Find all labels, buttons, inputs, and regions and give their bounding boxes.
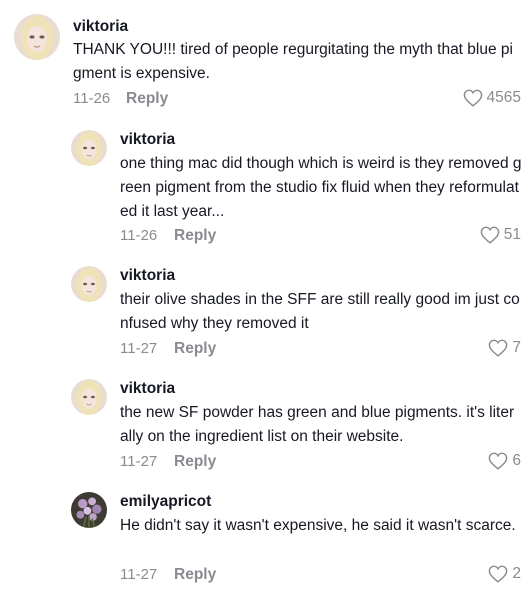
like-count: 2 <box>512 565 521 582</box>
reply-item: emilyapricot He didn't say it wasn't exp… <box>0 481 529 597</box>
comment-username[interactable]: viktoria <box>120 380 175 398</box>
avatar[interactable] <box>71 266 107 302</box>
comment-username[interactable]: viktoria <box>120 267 175 285</box>
reply-item: viktoria one thing mac did though which … <box>0 115 529 255</box>
like-button[interactable]: 2 <box>488 565 521 583</box>
like-count: 6 <box>512 452 521 469</box>
reply-item: viktoria their olive shades in the SFF a… <box>0 255 529 368</box>
comment-date: 11-27 <box>120 566 158 583</box>
heart-icon <box>480 226 500 244</box>
comment-username[interactable]: emilyapricot <box>120 493 211 511</box>
reply-button[interactable]: Reply <box>174 566 216 584</box>
comment-username[interactable]: viktoria <box>73 18 128 36</box>
like-count: 7 <box>512 339 521 356</box>
comment-text: the new SF powder has green and blue pig… <box>120 404 515 445</box>
comment-text: one thing mac did though which is weird … <box>120 155 522 220</box>
heart-icon <box>488 339 508 357</box>
like-button[interactable]: 51 <box>480 226 521 244</box>
heart-icon <box>488 565 508 583</box>
comment-username[interactable]: viktoria <box>120 131 175 149</box>
avatar[interactable] <box>71 130 107 166</box>
avatar[interactable] <box>71 492 107 528</box>
reply-button[interactable]: Reply <box>174 453 216 471</box>
comment-date: 11-27 <box>120 340 158 357</box>
avatar[interactable] <box>14 14 60 60</box>
reply-button[interactable]: Reply <box>126 90 168 108</box>
reply-button[interactable]: Reply <box>174 227 216 245</box>
comment-text: He didn't say it wasn't expensive, he sa… <box>120 517 516 534</box>
avatar[interactable] <box>71 379 107 415</box>
like-button[interactable]: 7 <box>488 339 521 357</box>
like-count: 51 <box>503 226 521 243</box>
comment-date: 11-26 <box>120 227 158 244</box>
comment-date: 11-27 <box>120 453 158 470</box>
like-button[interactable]: 4565 <box>463 89 521 107</box>
comment-date: 11-26 <box>73 90 111 107</box>
heart-icon <box>488 452 508 470</box>
heart-icon <box>463 89 483 107</box>
comment-text: their olive shades in the SFF are still … <box>120 291 520 332</box>
like-button[interactable]: 6 <box>488 452 521 470</box>
like-count: 4565 <box>486 89 521 106</box>
comment-item: viktoria THANK YOU!!! tired of people re… <box>0 0 529 115</box>
reply-item: viktoria the new SF powder has green and… <box>0 368 529 481</box>
reply-button[interactable]: Reply <box>174 340 216 358</box>
comment-text: THANK YOU!!! tired of people regurgitati… <box>73 41 513 82</box>
